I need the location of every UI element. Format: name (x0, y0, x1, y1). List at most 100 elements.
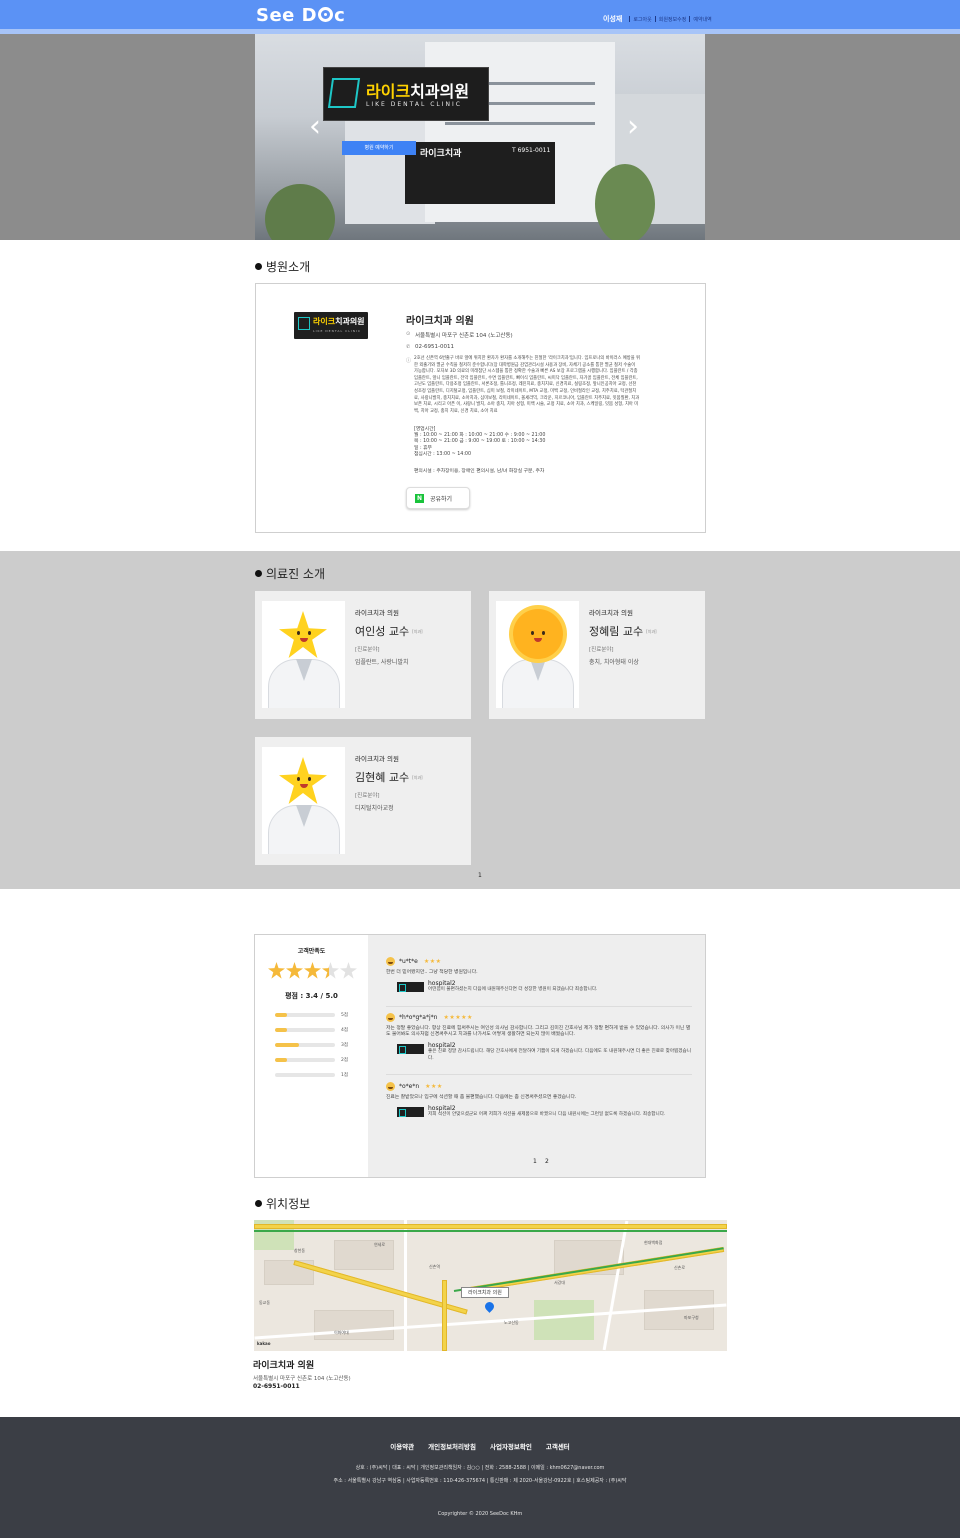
map-subway-line (254, 1230, 727, 1232)
rating-star-icon (322, 962, 339, 979)
doctor-name-row: 김현혜 교수 [치과] (355, 769, 423, 785)
review-item: *o*e*n ★★★ 진료는 잘받았으나 입구에 석션할 때 좀 불편했습니다. … (386, 1082, 692, 1119)
reply-text: 저희 석션이 안맞으셨군요 어쩌 저희가 석션을 새제품으로 바꿨으니 다음 내… (428, 1112, 666, 1118)
map-label: 현대백화점 (644, 1240, 663, 1245)
star-face-icon (279, 611, 327, 659)
hospital-phone-row: ✆ 02-6951-0011 (406, 344, 454, 350)
review-text: 진료는 잘받았으나 입구에 석션할 때 좀 불편했습니다. 다음에는 좀 신경써… (386, 1095, 577, 1100)
doctor-card[interactable]: 라이크치과 의원 정혜림 교수 [치과] [진료분야] 충치, 치아형태 이상 (489, 591, 705, 719)
logo-o-icon (318, 7, 334, 22)
doctors-section (0, 551, 960, 889)
site-logo[interactable]: See Dc (256, 5, 345, 26)
smiley-icon (386, 957, 395, 966)
review-header: *h*o*g*a*j*n ★★★★★ (386, 1013, 692, 1022)
doctor-name-row: 정혜림 교수 [치과] (589, 623, 657, 639)
location-phone: 02-6951-0011 (253, 1383, 300, 1390)
review-stars: ★★★ (423, 958, 442, 965)
reservations-link[interactable]: 예약내역 (693, 16, 711, 23)
rating-star-icon (304, 962, 321, 979)
review-text: 한번 더 믿어봤지만.. 그냥 적당한 병원입니다. (386, 970, 478, 975)
face-eyes (529, 631, 547, 635)
section-title-location: 위치정보 (255, 1195, 310, 1212)
building-sign-phone: T 6951-0011 (512, 147, 551, 154)
hospital-amenities: 편의시설 : 주차장이용, 장애인 편의시설, 남/녀 화장실 구분, 주차 (414, 469, 545, 474)
footer-company-info: 상호 : (주)씨닥 | 대표 : 씨닥 | 개인정보관리책임자 : 김○○ |… (355, 1465, 605, 1471)
footer-business-link[interactable]: 사업자정보확인 (490, 1441, 532, 1451)
window-strip (445, 122, 595, 125)
reserve-button[interactable]: 병원 예약하기 (342, 141, 416, 155)
review-header: *o*e*n ★★★ (386, 1082, 692, 1091)
next-slide-arrow-icon[interactable]: › (625, 112, 641, 142)
review-reply: hospital2 어떤점이 불편하셨는지 다음에 내원해주신다면 더 성장한 … (397, 980, 692, 994)
tree (595, 164, 655, 240)
footer-support-link[interactable]: 고객센터 (546, 1441, 570, 1451)
top-nav: 이성재 로그아웃 회원정보수정 예약내역 (603, 14, 712, 24)
location-name: 라이크치과 의원 (253, 1361, 315, 1371)
hospital-reply-logo (397, 982, 424, 993)
map-label: 이화여대 (334, 1330, 349, 1335)
doctor-card[interactable]: 라이크치과 의원 김현혜 교수 [치과] [진료분야] 디지털치아교정 (255, 737, 471, 865)
review-reply: hospital2 좋은 진료 정말 감사드립니다. 해당 간호사에게 전달하여… (397, 1042, 692, 1061)
map-pin-icon[interactable] (483, 1300, 496, 1313)
section-title-text: 위치정보 (266, 1197, 311, 1211)
reply-text: 어떤점이 불편하셨는지 다음에 내원해주신다면 더 성장한 병원이 되겠습니다 … (428, 987, 598, 993)
doctor-hospital: 라이크치과 의원 (355, 755, 399, 763)
rating-star-icon (286, 962, 303, 979)
rating-dist-track (275, 1013, 335, 1017)
section-title-intro: 병원소개 (255, 258, 310, 275)
hero-logo-rest: 치과의원 (410, 82, 470, 101)
prev-slide-arrow-icon[interactable]: ‹ (307, 112, 323, 142)
face-eyes (295, 777, 313, 781)
section-title-text: 의료진 소개 (266, 567, 326, 581)
hospital-hours: [영업시간] 월 : 10:00 ~ 21:00 화 : 10:00 ~ 21:… (414, 427, 546, 457)
hero-clinic-logo: 라이크치과의원 LIKE DENTAL CLINIC (323, 67, 489, 121)
building-sign-text: 라이크치과 (420, 149, 462, 159)
hospital-name: 라이크치과 의원 (406, 316, 474, 327)
star-face-icon (279, 757, 327, 805)
user-name[interactable]: 이성재 (603, 14, 622, 24)
location-pin-icon: ⊙ (406, 331, 411, 337)
hospital-logo-title: 라이크치과의원 (313, 316, 365, 327)
logout-link[interactable]: 로그아웃 (633, 16, 651, 23)
smiley-icon (386, 1013, 395, 1022)
reviews-page-2[interactable]: 2 (545, 1158, 549, 1165)
map-marker-label: 라이크치과 의원 (461, 1287, 509, 1298)
hospital-logo-accent: 라이크 (313, 317, 336, 326)
tree (265, 184, 335, 240)
review-author: *u*t*e (399, 958, 418, 965)
edit-profile-link[interactable]: 회원정보수정 (659, 16, 687, 23)
map-label: 신촌역 (429, 1264, 441, 1269)
review-stars: ★★★★★ (443, 1014, 473, 1021)
hospital-phone: 02-6951-0011 (415, 344, 454, 350)
doctor-name: 김현혜 교수 (355, 771, 410, 784)
doctor-field: 디지털치아교정 (355, 805, 394, 812)
rating-dist-row: 3점 (275, 1042, 348, 1048)
doctors-page-1[interactable]: 1 (478, 872, 482, 879)
location-address: 서울특별시 마포구 신촌로 104 (노고산동) (253, 1376, 351, 1382)
footer-terms-link[interactable]: 이용약관 (390, 1441, 414, 1451)
phone-icon: ✆ (406, 344, 411, 350)
hospital-reply-logo (397, 1044, 424, 1055)
doctor-field: 임플란트, 사랑니발치 (355, 659, 409, 666)
clinic-mark-icon (327, 78, 361, 108)
reviews-box: 고객만족도 평점 : 3.4 / 5.0 5점 4점 3점 2점 1점 *u*t… (254, 934, 706, 1178)
nav-separator (629, 16, 631, 22)
rating-star-icon (340, 962, 357, 979)
naver-icon: N (415, 493, 424, 503)
bullet-icon (255, 263, 262, 270)
rating-dist-label: 5점 (341, 1013, 349, 1018)
clinic-mark-icon (298, 317, 310, 330)
rating-dist-fill (275, 1013, 287, 1017)
footer-privacy-link[interactable]: 개인정보처리방침 (428, 1441, 476, 1451)
hospital-address: 서울특별시 마포구 신촌로 104 (노고산동) (415, 333, 513, 339)
naver-share-button[interactable]: N 공유하기 (406, 487, 470, 509)
doctor-card[interactable]: 라이크치과 의원 여인성 교수 [치과] [진료분야] 임플란트, 사랑니발치 (255, 591, 471, 719)
rating-dist-row: 1점 (275, 1072, 348, 1078)
reviews-page-1[interactable]: 1 (533, 1158, 537, 1165)
face-eyes (295, 631, 313, 635)
smiley-icon (386, 1082, 395, 1091)
map-road-major (442, 1280, 447, 1351)
rating-dist-row: 4점 (275, 1027, 348, 1033)
location-map[interactable]: 신촌역 연세로 창천동 노고산동 서강대 현대백화점 신촌로 이화여대 동교동 … (254, 1220, 727, 1351)
satisfaction-title: 고객만족도 (297, 948, 326, 955)
